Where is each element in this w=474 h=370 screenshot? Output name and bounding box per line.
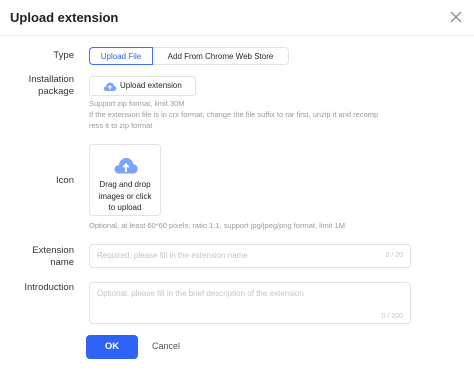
icon-dropzone[interactable]: Drag and drop images or click to upload bbox=[89, 144, 161, 216]
cloud-upload-icon bbox=[114, 157, 138, 174]
dropzone-text-line2: images or click bbox=[98, 191, 152, 201]
type-label: Type bbox=[53, 50, 74, 61]
upload-extension-button[interactable]: Upload extension bbox=[89, 76, 196, 96]
introduction-textarea[interactable]: Optional, please fill in the brief descr… bbox=[89, 282, 411, 324]
tab-chrome-web-store[interactable]: Add From Chrome Web Store bbox=[153, 47, 289, 65]
icon-hint: Optional, at least 60*60 pixels, ratio 1… bbox=[89, 221, 345, 230]
tab-chrome-web-store-label: Add From Chrome Web Store bbox=[167, 52, 274, 61]
upload-extension-button-label: Upload extension bbox=[120, 81, 182, 90]
header-divider bbox=[0, 35, 474, 36]
icon-label: Icon bbox=[56, 175, 74, 186]
extension-name-input[interactable]: Required, please fill in the extension n… bbox=[89, 244, 411, 268]
installation-package-label-line1: Installation bbox=[28, 74, 74, 85]
introduction-label: Introduction bbox=[24, 282, 74, 293]
cancel-button[interactable]: Cancel bbox=[152, 341, 180, 351]
installation-package-label-line2: package bbox=[38, 86, 74, 97]
extension-name-placeholder: Required, please fill in the extension n… bbox=[97, 251, 248, 260]
package-hint-crx-line1: If the extension file is in crx format, … bbox=[89, 110, 379, 119]
dropzone-text-line3: to upload bbox=[108, 203, 142, 212]
extension-name-label-line1: Extension bbox=[32, 245, 74, 256]
tab-upload-file[interactable]: Upload File bbox=[89, 47, 153, 65]
installation-package-label: Installation package bbox=[0, 74, 74, 98]
introduction-counter: 0 / 200 bbox=[381, 313, 403, 320]
close-icon[interactable] bbox=[449, 10, 463, 24]
introduction-placeholder: Optional, please fill in the brief descr… bbox=[97, 289, 304, 298]
dropzone-text-line1: Drag and drop bbox=[99, 180, 151, 189]
ok-button[interactable]: OK bbox=[86, 335, 138, 359]
extension-name-label: Extension name bbox=[0, 245, 74, 269]
package-hint-crx-line2: ress it to zip format bbox=[89, 121, 153, 130]
tab-upload-file-label: Upload File bbox=[100, 52, 142, 61]
dialog-title: Upload extension bbox=[10, 10, 119, 25]
dropzone-text: Drag and drop images or click to upload bbox=[93, 179, 157, 214]
upload-extension-dialog: Upload extension Type Upload File Add Fr… bbox=[0, 0, 474, 370]
extension-name-counter: 0 / 20 bbox=[385, 252, 403, 259]
package-hint-size: Support zip format, limit 30M bbox=[89, 99, 185, 108]
cloud-upload-icon bbox=[103, 82, 117, 91]
extension-name-label-line2: name bbox=[50, 257, 74, 268]
